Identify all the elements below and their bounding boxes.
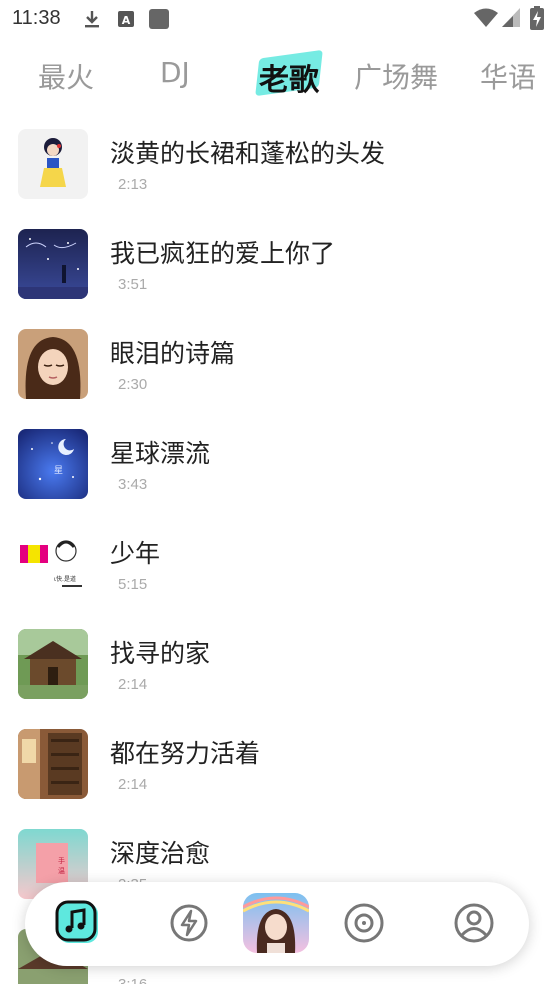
song-title: 都在努力活着 [110, 739, 261, 768]
app-notification-icon: A [118, 11, 134, 27]
status-bar: 11:38 A [0, 0, 554, 38]
song-cover [18, 629, 88, 699]
tab-oldies[interactable]: 老歌 [259, 55, 319, 99]
status-time: 11:38 [12, 7, 61, 29]
song-duration: 2:30 [118, 376, 148, 393]
song-row[interactable]: 眼泪的诗篇 2:30 [0, 318, 554, 418]
lightning-icon[interactable] [166, 900, 212, 946]
svg-text:A: A [122, 14, 131, 27]
disc-icon[interactable] [341, 900, 387, 946]
song-title: 找寻的家 [110, 639, 211, 668]
song-duration: 3:16 [118, 976, 147, 984]
now-playing-cover[interactable] [243, 893, 309, 953]
song-row[interactable]: ι快.是道 少年 5:15 [0, 518, 554, 618]
song-title: 我已疯狂的爱上你了 [110, 239, 336, 268]
profile-icon[interactable] [451, 900, 497, 946]
song-cover [18, 729, 88, 799]
song-cover [18, 329, 88, 399]
song-duration: 3:51 [118, 276, 148, 293]
song-title: 少年 [110, 539, 161, 568]
song-cover: 星 [18, 429, 88, 499]
tab-dj[interactable]: DJ [160, 56, 190, 89]
song-title: 星球漂流 [110, 439, 211, 468]
music-icon[interactable] [55, 900, 101, 946]
song-duration: 5:15 [118, 576, 148, 593]
svg-text:ι快.是道: ι快.是道 [54, 575, 76, 583]
bottom-nav [25, 882, 529, 966]
song-row[interactable]: 找寻的家 2:14 [0, 618, 554, 718]
song-row[interactable]: 都在努力活着 2:14 [0, 718, 554, 818]
tab-hottest[interactable]: 最火 [38, 56, 94, 96]
song-duration: 2:14 [118, 676, 148, 693]
wifi-icon [474, 8, 498, 27]
song-title: 深度治愈 [110, 839, 211, 868]
svg-text:手: 手 [58, 856, 65, 865]
song-row[interactable]: 星 星球漂流 3:43 [0, 418, 554, 518]
song-row[interactable]: 淡黄的长裙和蓬松的头发 2:13 [0, 118, 554, 218]
download-icon [85, 11, 99, 28]
song-title: 眼泪的诗篇 [110, 339, 236, 368]
song-row[interactable]: 我已疯狂的爱上你了 3:51 [0, 218, 554, 318]
svg-text:星: 星 [54, 465, 63, 476]
category-tabs: 最火 DJ 老歌 广场舞 华语 [0, 49, 554, 104]
song-cover [18, 129, 88, 199]
tab-chinese[interactable]: 华语 [480, 56, 536, 96]
square-notification-icon [149, 9, 169, 29]
song-title: 淡黄的长裙和蓬松的头发 [110, 139, 386, 168]
signal-icon [502, 8, 520, 27]
song-cover [18, 229, 88, 299]
song-duration: 2:14 [118, 776, 148, 793]
battery-charging-icon [530, 6, 544, 30]
svg-text:温: 温 [58, 866, 65, 875]
song-duration: 3:43 [118, 476, 148, 493]
song-duration: 2:13 [118, 176, 148, 193]
song-cover: ι快.是道 [18, 529, 88, 599]
tab-square-dance[interactable]: 广场舞 [354, 56, 438, 96]
